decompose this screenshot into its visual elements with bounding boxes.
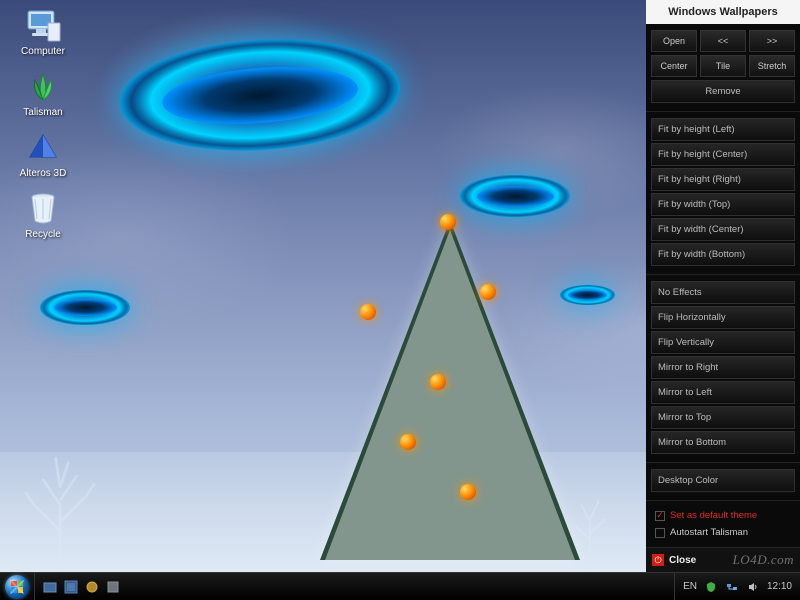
remove-button[interactable]: Remove [651,80,795,103]
tray-shield-icon[interactable] [704,580,718,594]
tile-button[interactable]: Tile [700,55,746,77]
desktop-icon-talisman[interactable]: Talisman [8,65,78,126]
flip-vertical-button[interactable]: Flip Vertically [651,331,795,354]
fit-width-center-button[interactable]: Fit by width (Center) [651,218,795,241]
desktop-icon-recycle[interactable]: Recycle [8,187,78,248]
tray-language[interactable]: EN [683,581,697,592]
desktop-icons-area: Computer Talisman Alteros 3D Recycle [8,4,78,248]
quick-launch-app2[interactable] [83,578,101,596]
computer-icon [23,8,63,44]
close-button[interactable]: ⏻ Close [646,547,800,572]
wallpaper-panel: Windows Wallpapers Open << >> Center Til… [646,0,800,572]
desktop-icon-label: Alteros 3D [20,168,67,179]
system-tray: EN 12:10 [674,573,800,600]
power-icon: ⏻ [652,554,664,566]
mirror-left-button[interactable]: Mirror to Left [651,381,795,404]
default-theme-checkbox[interactable]: ✓ Set as default theme [651,507,795,524]
desktop-color-button[interactable]: Desktop Color [651,469,795,492]
open-button[interactable]: Open [651,30,697,52]
quick-launch-app1[interactable] [62,578,80,596]
autostart-checkbox[interactable]: Autostart Talisman [651,524,795,541]
desktop-icon-label: Recycle [25,229,61,240]
mirror-bottom-button[interactable]: Mirror to Bottom [651,431,795,454]
alteros3d-icon [23,130,63,166]
fit-width-bottom-button[interactable]: Fit by width (Bottom) [651,243,795,266]
no-effects-button[interactable]: No Effects [651,281,795,304]
mirror-top-button[interactable]: Mirror to Top [651,406,795,429]
checkbox-label: Autostart Talisman [670,527,748,538]
panel-section-color: Desktop Color [646,463,800,501]
stretch-button[interactable]: Stretch [749,55,795,77]
fit-height-center-button[interactable]: Fit by height (Center) [651,143,795,166]
panel-section-options: ✓ Set as default theme Autostart Talisma… [646,501,800,547]
desktop-icon-alteros3d[interactable]: Alteros 3D [8,126,78,187]
checkbox-label: Set as default theme [670,510,757,521]
panel-section-effects: No Effects Flip Horizontally Flip Vertic… [646,275,800,463]
panel-title: Windows Wallpapers [646,0,800,24]
talisman-icon [23,69,63,105]
center-button[interactable]: Center [651,55,697,77]
windows-orb-icon [5,575,29,599]
panel-section-fit: Fit by height (Left) Fit by height (Cent… [646,112,800,275]
recycle-bin-icon [23,191,63,227]
fit-height-right-button[interactable]: Fit by height (Right) [651,168,795,191]
fit-width-top-button[interactable]: Fit by width (Top) [651,193,795,216]
desktop-icon-computer[interactable]: Computer [8,4,78,65]
next-button[interactable]: >> [749,30,795,52]
mirror-right-button[interactable]: Mirror to Right [651,356,795,379]
check-icon: ✓ [655,511,665,521]
checkbox-box-icon [655,528,665,538]
tray-volume-icon[interactable] [746,580,760,594]
start-button[interactable] [0,573,34,600]
close-label: Close [669,555,696,566]
tray-clock[interactable]: 12:10 [767,581,792,592]
desktop-icon-label: Computer [21,46,65,57]
panel-section-file: Open << >> Center Tile Stretch Remove [646,24,800,112]
taskbar: EN 12:10 [0,572,800,600]
quick-launch [34,573,128,600]
quick-launch-show-desktop[interactable] [41,578,59,596]
tray-network-icon[interactable] [725,580,739,594]
desktop-icon-label: Talisman [23,107,62,118]
quick-launch-app3[interactable] [104,578,122,596]
fit-height-left-button[interactable]: Fit by height (Left) [651,118,795,141]
prev-button[interactable]: << [700,30,746,52]
flip-horizontal-button[interactable]: Flip Horizontally [651,306,795,329]
